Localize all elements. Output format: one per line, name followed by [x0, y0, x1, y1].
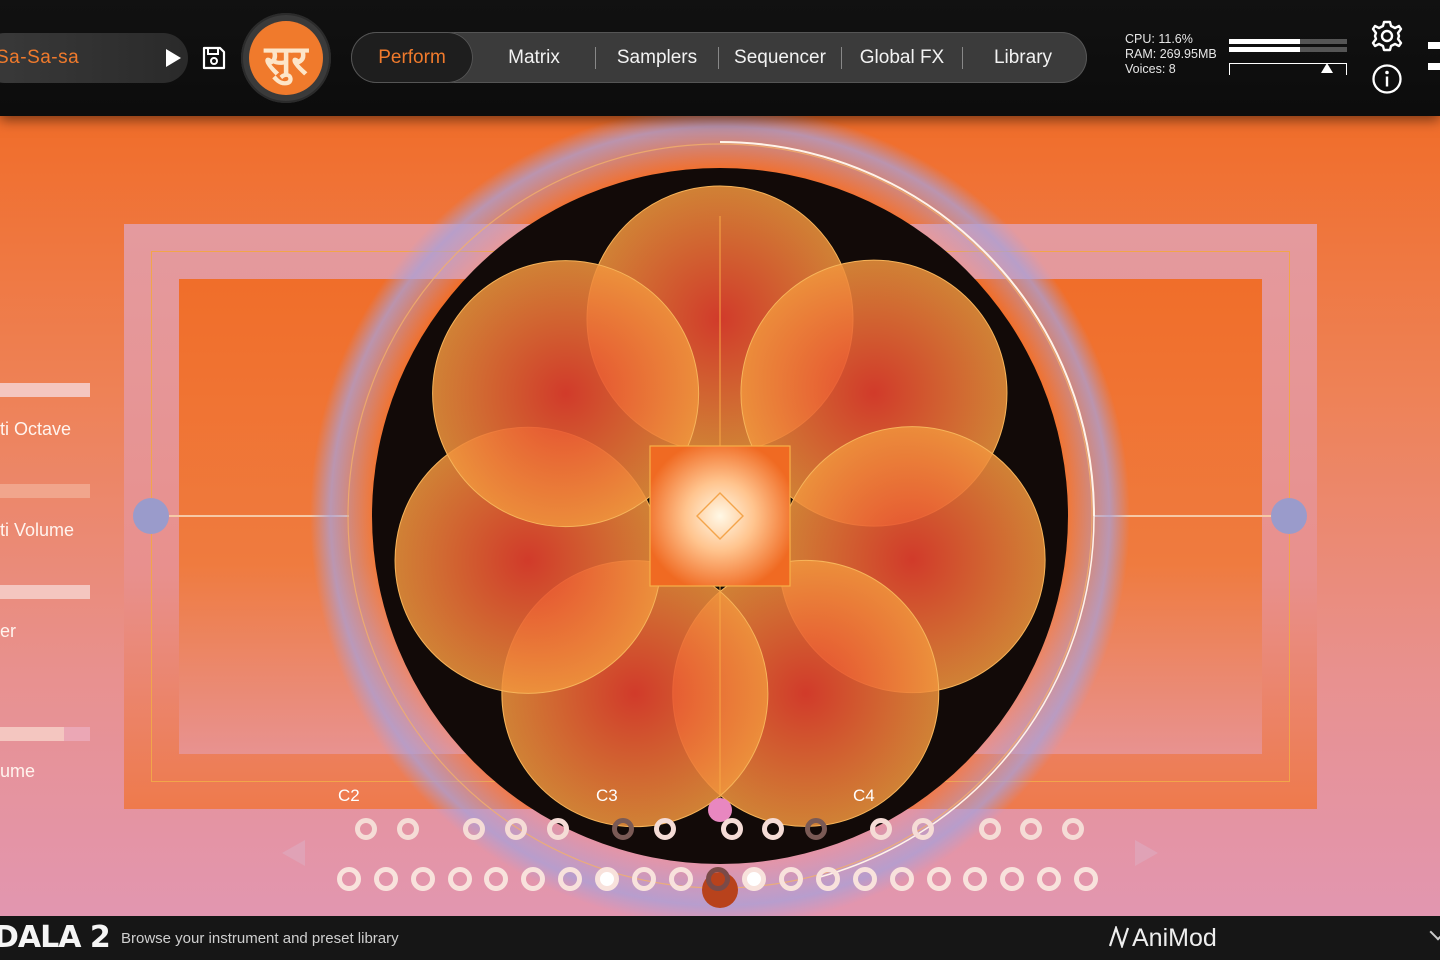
gear-icon[interactable]: [1370, 19, 1404, 53]
meter-marker-icon[interactable]: [1321, 63, 1333, 73]
tab-samplers[interactable]: Samplers: [596, 32, 718, 83]
key-dot-lower[interactable]: [1037, 867, 1062, 891]
key-dot-upper[interactable]: [805, 818, 827, 840]
key-dot-lower[interactable]: [631, 867, 656, 891]
info-icon[interactable]: [1371, 63, 1403, 95]
mandala-core: [649, 445, 791, 587]
key-dot-lower[interactable]: [926, 867, 951, 891]
key-dot-upper[interactable]: [870, 818, 892, 840]
meter-bar-left: [1229, 39, 1347, 44]
maker-name: AniMod: [1132, 924, 1217, 952]
save-icon[interactable]: [200, 44, 228, 72]
key-dot-lower[interactable]: [852, 867, 877, 891]
tab-perform[interactable]: Perform: [351, 32, 473, 83]
key-dot-upper[interactable]: [463, 818, 485, 840]
tab-matrix[interactable]: Matrix: [473, 32, 595, 83]
key-dot-upper[interactable]: [355, 818, 377, 840]
arrow-left-icon: [282, 840, 305, 866]
key-dot-upper[interactable]: [397, 818, 419, 840]
brand-logo: DALA 2: [0, 920, 111, 955]
key-dot-lower[interactable]: [594, 867, 619, 891]
tab-sequencer[interactable]: Sequencer: [719, 32, 841, 83]
key-dot-upper[interactable]: [912, 818, 934, 840]
main-tabs: Perform Matrix Samplers Sequencer Global…: [351, 32, 1087, 83]
maker-logo: AniMod: [1108, 924, 1217, 953]
performance-stats: CPU: 11.6% RAM: 269.95MB Voices: 8: [1125, 32, 1217, 77]
note-label-c4: C4: [853, 786, 875, 805]
key-dot-lower[interactable]: [779, 867, 804, 891]
key-dot-upper[interactable]: [979, 818, 1001, 840]
menu-icon[interactable]: [1428, 42, 1440, 76]
key-dot-upper[interactable]: [505, 818, 527, 840]
app-logo[interactable]: सुर: [249, 21, 323, 95]
animod-mark-icon: [1108, 924, 1130, 950]
arrow-right-icon: [1135, 840, 1158, 866]
ram-readout: RAM: 269.95MB: [1125, 47, 1217, 61]
key-dot-upper[interactable]: [654, 818, 676, 840]
key-dot-upper[interactable]: [762, 818, 784, 840]
top-bar: Sa-Sa-sa सुर Perform Matrix Samplers Seq…: [0, 0, 1440, 116]
meter-bar-right: [1229, 47, 1347, 52]
key-dot-lower[interactable]: [337, 867, 361, 891]
key-dot-upper[interactable]: [1062, 818, 1084, 840]
key-dot-lower[interactable]: [816, 867, 841, 891]
key-dot-upper[interactable]: [547, 818, 569, 840]
key-dot-lower[interactable]: [889, 867, 914, 891]
key-dot-lower[interactable]: [1074, 867, 1098, 891]
voices-readout: Voices: 8: [1125, 62, 1176, 76]
meter-fill-right: [1229, 47, 1300, 52]
key-dot-upper[interactable]: [721, 818, 743, 840]
meter-fill-left: [1229, 39, 1300, 44]
key-dot-lower[interactable]: [705, 867, 730, 891]
key-dot-lower[interactable]: [668, 867, 693, 891]
key-dot-lower[interactable]: [373, 867, 398, 891]
key-dot-upper[interactable]: [1020, 818, 1042, 840]
key-dot-lower[interactable]: [410, 867, 435, 891]
perform-view: ti Octave ti Volume er ume C2 C3 C4: [0, 116, 1440, 916]
key-dot-lower[interactable]: [447, 867, 472, 891]
key-dot-upper[interactable]: [612, 818, 634, 840]
play-icon[interactable]: [162, 46, 184, 70]
cpu-readout: CPU: 11.6%: [1125, 32, 1193, 46]
note-label-c3: C3: [596, 786, 618, 805]
mandala-display[interactable]: [0, 116, 1440, 916]
status-hint: Browse your instrument and preset librar…: [121, 930, 399, 947]
preset-name[interactable]: Sa-Sa-sa: [0, 47, 79, 69]
tab-global-fx[interactable]: Global FX: [842, 32, 962, 83]
note-label-c2: C2: [338, 786, 360, 805]
output-meter: [1229, 39, 1347, 75]
tab-library[interactable]: Library: [963, 32, 1083, 83]
key-dot-lower[interactable]: [558, 867, 583, 891]
